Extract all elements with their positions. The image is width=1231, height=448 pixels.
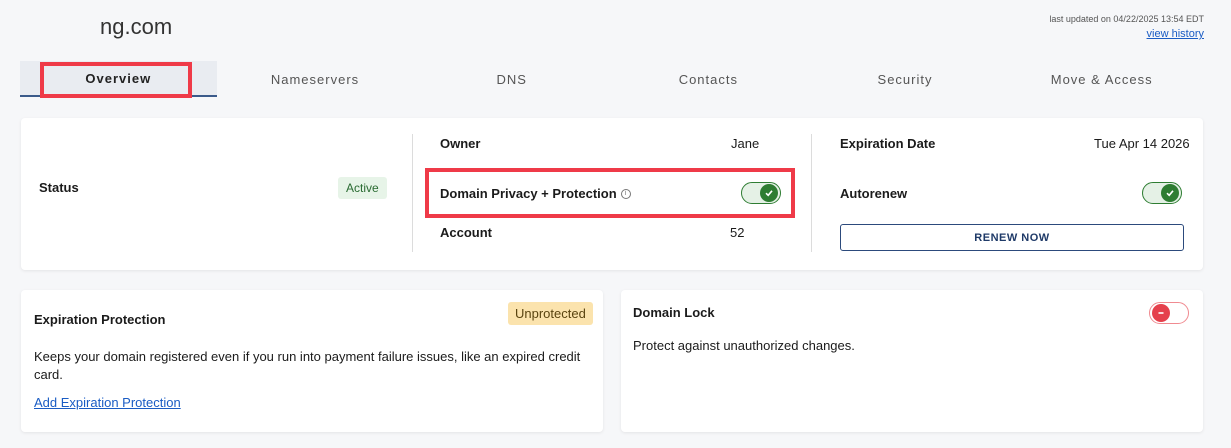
check-icon [760, 184, 778, 202]
expiration-protection-card: Expiration Protection Unprotected Keeps … [21, 290, 603, 432]
tab-nameservers[interactable]: Nameservers [217, 61, 414, 97]
privacy-label: Domain Privacy + Protection i [440, 186, 631, 201]
autorenew-label: Autorenew [840, 186, 908, 201]
privacy-toggle[interactable] [741, 182, 781, 204]
account-value: 52 [730, 225, 745, 240]
tab-dns[interactable]: DNS [413, 61, 610, 97]
renew-now-button[interactable]: RENEW NOW [840, 224, 1184, 251]
unprotected-badge: Unprotected [508, 302, 593, 325]
info-icon[interactable]: i [620, 188, 631, 199]
status-label: Status [39, 180, 79, 195]
account-label: Account [440, 225, 492, 240]
tab-label: Contacts [678, 71, 738, 87]
divider [412, 134, 413, 252]
domain-summary-card: Status Active Owner Jane Domain Privacy … [21, 118, 1203, 270]
expiration-label: Expiration Date [840, 136, 936, 151]
last-updated-text: last updated on 04/22/2025 13:54 EDT [1049, 14, 1204, 24]
tab-security[interactable]: Security [807, 61, 1004, 97]
expiration-protection-description: Keeps your domain registered even if you… [34, 349, 581, 382]
domain-lock-card: Domain Lock Protect against unauthorized… [621, 290, 1203, 432]
domain-title: ng.com [100, 14, 173, 39]
tab-contacts[interactable]: Contacts [610, 61, 807, 97]
tab-label: DNS [496, 71, 527, 87]
tab-label: Move & Access [1050, 71, 1153, 87]
domain-lock-toggle[interactable] [1149, 302, 1189, 324]
tab-label: Overview [85, 70, 152, 86]
expiration-protection-title: Expiration Protection [34, 312, 166, 327]
divider [811, 134, 812, 252]
expiration-value: Tue Apr 14 2026 [1094, 136, 1190, 151]
check-icon [1161, 184, 1179, 202]
owner-value: Jane [731, 136, 760, 151]
owner-label: Owner [440, 136, 481, 151]
tab-move-access[interactable]: Move & Access [1003, 61, 1200, 97]
minus-icon [1152, 304, 1170, 322]
tab-overview[interactable]: Overview [20, 61, 217, 98]
status-badge: Active [338, 177, 387, 199]
tab-label: Security [877, 71, 933, 87]
tab-label: Nameservers [270, 71, 360, 87]
domain-lock-title: Domain Lock [633, 305, 715, 320]
view-history-link[interactable]: view history [1147, 28, 1204, 40]
autorenew-toggle[interactable] [1142, 182, 1182, 204]
domain-lock-description: Protect against unauthorized changes. [633, 338, 855, 353]
tab-bar: Overview Nameservers DNS Contacts Securi… [20, 61, 1200, 98]
privacy-label-text: Domain Privacy + Protection [440, 186, 617, 201]
add-expiration-protection-link[interactable]: Add Expiration Protection [34, 395, 181, 410]
